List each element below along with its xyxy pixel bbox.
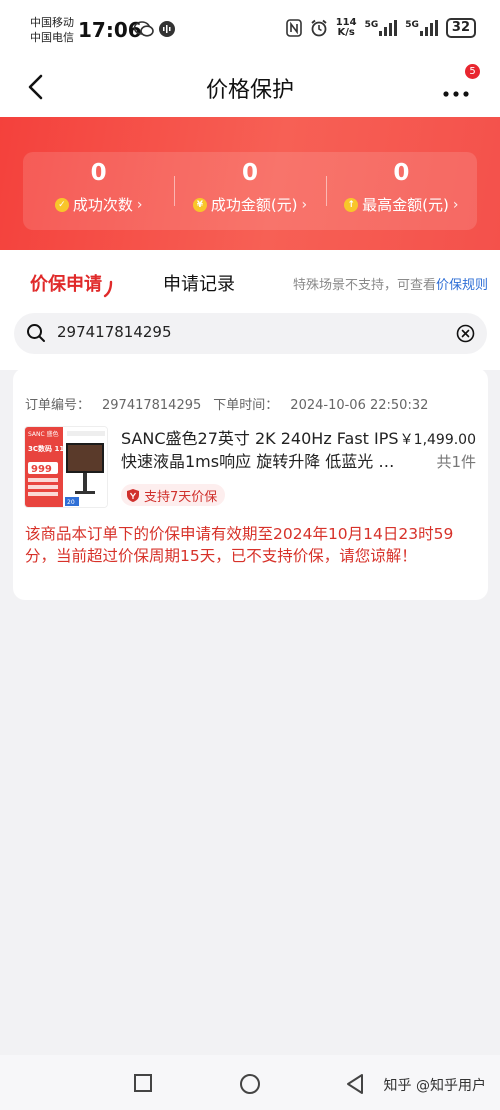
chevron-right-icon: ›	[452, 196, 459, 213]
back-triangle-icon[interactable]	[345, 1073, 365, 1095]
net-speed: 114 K/s	[335, 17, 357, 38]
status-right: 114 K/s 5G 5G 32	[285, 17, 476, 38]
thumb-size: 20	[67, 499, 75, 506]
stat-success-amount[interactable]: 0 ¥ 成功金额(元) ›	[174, 152, 325, 230]
stat-label: 成功次数	[72, 196, 133, 214]
thumb-price: 999	[31, 464, 52, 475]
order-meta: 订单编号： 297417814295 下单时间： 2024-10-06 22:50:3…	[25, 394, 428, 413]
carrier-info: 中国移动 中国电信	[30, 15, 74, 45]
search-icon	[27, 324, 45, 342]
tab-apply-records[interactable]: 申请记录	[163, 270, 235, 296]
rule-note: 特殊场景不支持，可查看价保规则	[293, 274, 488, 293]
stat-label: 成功金额(元)	[210, 196, 298, 214]
up-arrow-coin-icon: ↑	[344, 197, 359, 212]
chevron-right-icon: ›	[136, 196, 143, 213]
monitor-product-image: SANC 盛色 3C数码 11.11 999 20	[25, 427, 107, 507]
clock: 17:06	[78, 18, 142, 42]
wechat-icon	[134, 21, 154, 37]
tab-price-protection-apply[interactable]: 价保申请	[30, 270, 102, 296]
stat-value: 0	[393, 160, 410, 186]
stats-box: 0 ✓ 成功次数 › 0 ¥ 成功金额(元) › 0 ↑ 最高金额(元) ›	[23, 152, 477, 230]
alarm-icon	[311, 19, 327, 37]
check-coin-icon: ✓	[54, 197, 69, 212]
active-tab-indicator	[103, 280, 113, 298]
signal-bars-icon	[419, 20, 438, 36]
stat-success-count[interactable]: 0 ✓ 成功次数 ›	[23, 152, 174, 230]
carrier-2: 中国电信	[30, 31, 74, 44]
search-bar[interactable]: 297417814295	[14, 313, 487, 354]
expiry-warning: 该商品本订单下的价保申请有效期至2024年10月14日23时59分，当前超过价保…	[25, 525, 454, 565]
battery-indicator: 32	[445, 18, 476, 38]
product-price: ￥1,499.00	[399, 432, 476, 448]
signal-bars-icon	[379, 20, 398, 36]
stat-value: 0	[241, 160, 258, 186]
rule-note-text: 特殊场景不支持，可查看	[292, 278, 436, 293]
page-title: 价格保护	[205, 78, 294, 103]
voice-assistant-icon	[159, 21, 175, 37]
price-protection-banner: 0 ✓ 成功次数 › 0 ¥ 成功金额(元) › 0 ↑ 最高金额(元) ›	[0, 117, 500, 250]
stat-max-amount[interactable]: 0 ↑ 最高金额(元) ›	[325, 152, 477, 230]
nfc-icon	[285, 19, 302, 37]
stat-label: 最高金额(元)	[362, 196, 449, 214]
order-card[interactable]: 订单编号： 297417814295 下单时间： 2024-10-06 22:50:3…	[13, 368, 488, 600]
chevron-right-icon: ›	[301, 196, 308, 213]
price-rules-link[interactable]: 价保规则	[436, 278, 488, 293]
stat-value: 0	[90, 160, 107, 186]
product-title[interactable]: SANC盛色27英寸 2K 240Hz Fast IPS快速液晶1ms响应 旋转…	[121, 427, 403, 473]
signal-2-icon: 5G	[405, 20, 438, 36]
system-nav-bar: 知乎 @知乎用户	[0, 1055, 500, 1110]
nav-bar: 价格保护	[0, 60, 500, 117]
product-thumbnail[interactable]: SANC 盛色 3C数码 11.11 999 20	[24, 426, 108, 508]
notification-badge: 5	[465, 64, 480, 79]
order-number: 订单编号： 297417814295	[25, 398, 202, 413]
thumb-brand: SANC 盛色	[28, 430, 59, 438]
tag-label: 支持7天价保	[144, 489, 218, 505]
signal-1-icon: 5G	[365, 20, 398, 36]
price-protection-tag: 支持7天价保	[121, 484, 226, 506]
carrier-1: 中国移动	[30, 16, 74, 29]
shield-icon	[127, 488, 139, 502]
order-time: 下单时间： 2024-10-06 22:50:32	[213, 398, 429, 413]
watermark: 知乎 @知乎用户	[383, 1078, 486, 1094]
search-input[interactable]: 297417814295	[57, 323, 172, 341]
yen-coin-icon: ¥	[192, 197, 207, 212]
home-icon[interactable]	[239, 1073, 261, 1095]
status-bar: 中国移动 中国电信 17:06 114 K/s 5G 5G 32	[0, 0, 500, 60]
recent-apps-icon[interactable]	[133, 1073, 153, 1093]
product-quantity: 共1件	[436, 453, 476, 471]
clear-icon[interactable]	[456, 324, 475, 343]
